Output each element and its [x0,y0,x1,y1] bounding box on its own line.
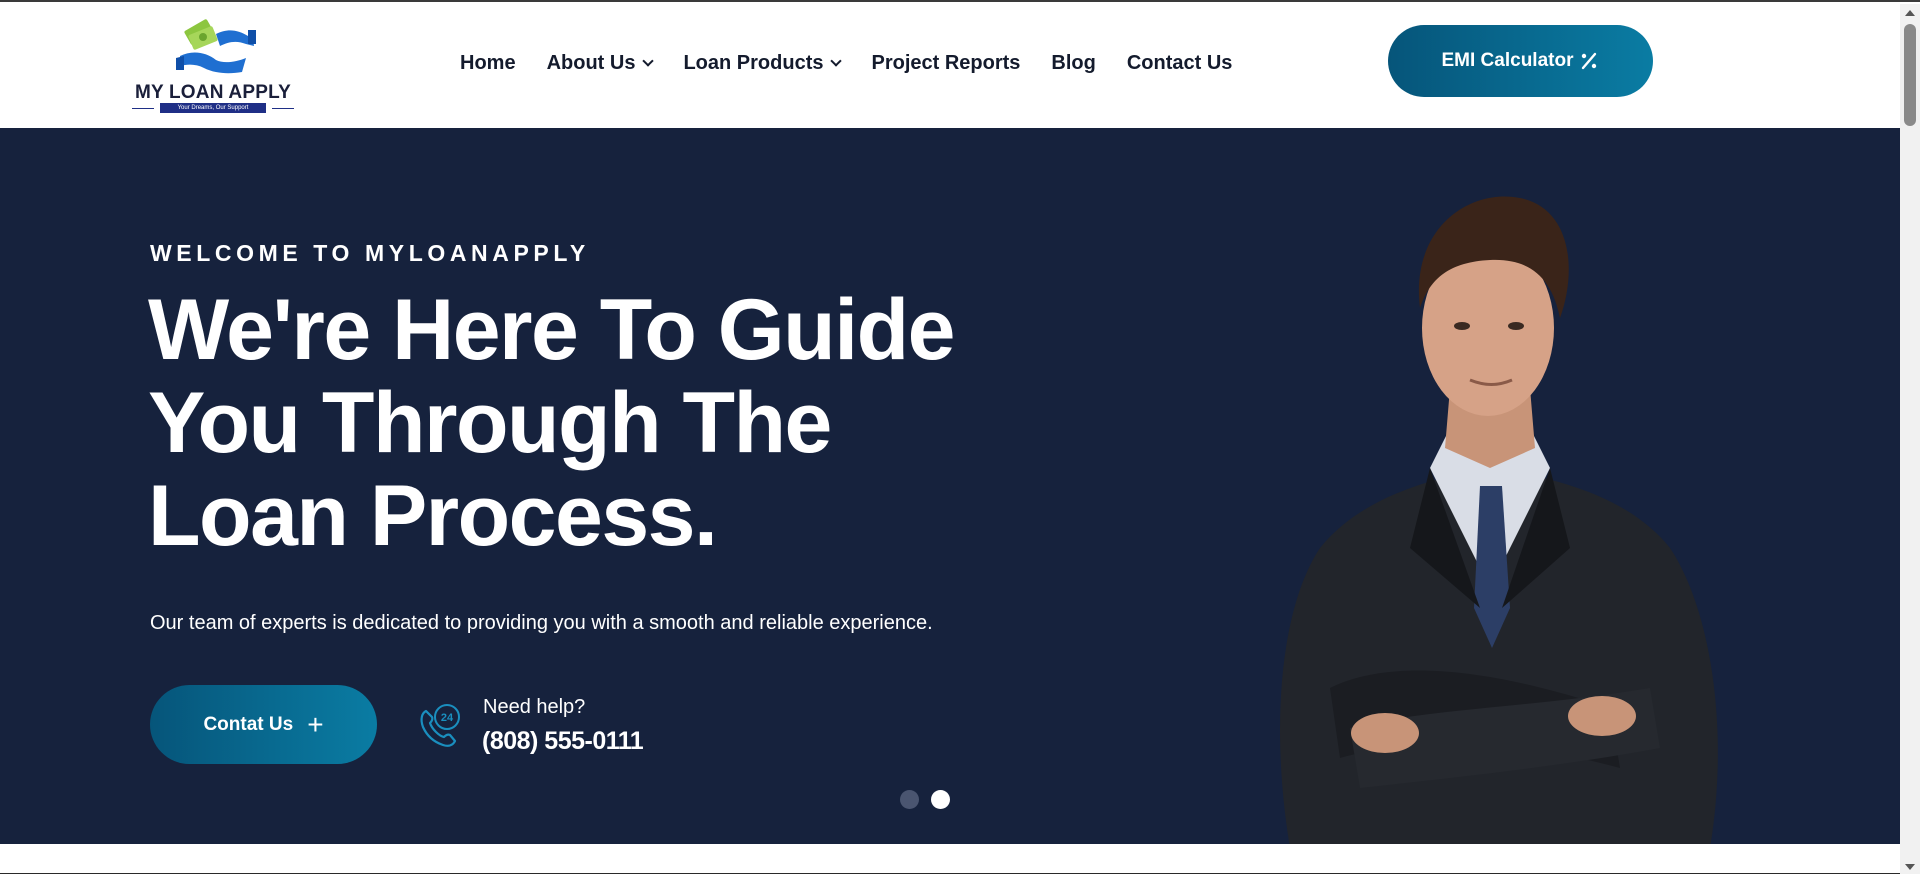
phone-24-icon: 24 [420,704,460,747]
contact-us-label: Contat Us [203,713,294,735]
contact-us-button[interactable]: Contat Us + [150,685,377,764]
logo-tagline: Your Dreams, Our Support [160,103,266,113]
nav-about-us[interactable]: About Us [546,52,655,75]
svg-text:24: 24 [441,712,454,724]
nav-loan-products-label: Loan Products [683,52,824,74]
plus-icon: + [307,708,324,740]
emi-calculator-button[interactable]: EMI Calculator [1388,25,1653,97]
site-logo[interactable]: MY LOAN APPLY Your Dreams, Our Support [128,16,298,116]
logo-name: MY LOAN APPLY [134,82,292,103]
nav-home[interactable]: Home [460,52,516,75]
nav-project-reports-label: Project Reports [871,52,1021,74]
nav-project-reports[interactable]: Project Reports [871,52,1020,75]
nav-contact-us[interactable]: Contact Us [1127,52,1233,75]
next-section-edge [0,844,1900,874]
scroll-down-arrow-icon[interactable] [1905,864,1915,870]
logo-divider [132,108,154,109]
site-header: MY LOAN APPLY Your Dreams, Our Support H… [0,4,1900,128]
nav-home-label: Home [460,52,516,74]
slider-dot[interactable] [931,790,950,809]
nav-about-us-label: About Us [546,52,636,74]
nav-blog[interactable]: Blog [1051,52,1095,75]
hero-subtext: Our team of experts is dedicated to prov… [150,612,933,634]
hero-eyebrow: WELCOME TO MYLOANAPPLY [150,240,590,266]
browser-viewport: MY LOAN APPLY Your Dreams, Our Support H… [0,0,1920,874]
businessman-image [1280,196,1718,844]
page-scrollbar[interactable] [1900,4,1920,874]
nav-contact-us-label: Contact Us [1126,52,1233,74]
nav-blog-label: Blog [1051,52,1096,74]
scrollbar-thumb[interactable] [1904,24,1916,126]
help-label: Need help? [483,696,586,718]
percent-icon [1582,52,1597,70]
slider-dot[interactable] [900,790,919,809]
main-nav: Home About Us Loan Products Project Repo… [460,52,1263,75]
hero-section: WELCOME TO MYLOANAPPLY We're Here To Gui… [0,128,1900,844]
logo-divider [272,108,294,109]
slider-dots [900,790,950,809]
chevron-down-icon [830,55,843,67]
hero-headline: We're Here To Guide You Through The Loan… [148,282,955,564]
nav-loan-products[interactable]: Loan Products [683,52,843,75]
help-phone-number[interactable]: (808) 555-0111 [482,727,644,756]
logo-hands-money-icon [176,19,256,74]
emi-calculator-label: EMI Calculator [1441,50,1574,71]
scroll-up-arrow-icon[interactable] [1905,10,1915,16]
chevron-down-icon [642,55,655,67]
